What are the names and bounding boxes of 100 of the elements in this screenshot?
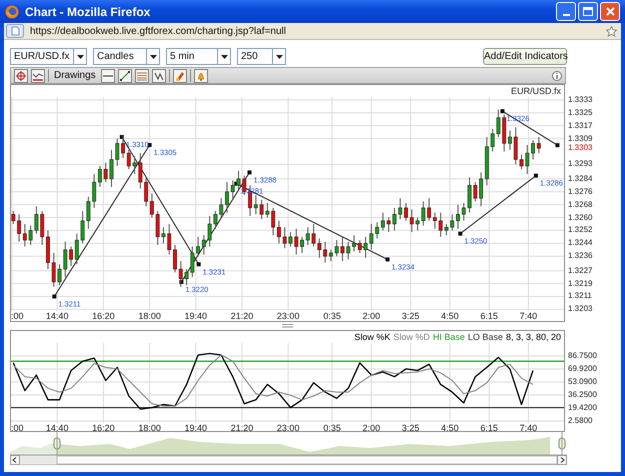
bell-icon[interactable] bbox=[194, 68, 208, 82]
time-axis-label: 21:20 bbox=[230, 311, 254, 321]
time-axis-label: 7:40 bbox=[520, 311, 538, 321]
candle bbox=[236, 170, 240, 191]
price-axis-label: 1.3333 bbox=[568, 94, 592, 105]
current-price-label: 1.3303 bbox=[568, 143, 592, 154]
fibonacci-icon[interactable] bbox=[134, 68, 149, 82]
dropdown[interactable]: 250 bbox=[237, 48, 286, 65]
line-handle[interactable] bbox=[248, 170, 252, 174]
candle bbox=[46, 230, 50, 270]
candle bbox=[282, 226, 287, 249]
firefox-icon bbox=[5, 4, 19, 18]
eraser-icon[interactable] bbox=[172, 68, 187, 82]
url-text[interactable]: https://dealbookweb.live.gftforex.com/charting.jsp?laf=null bbox=[30, 24, 286, 38]
candle bbox=[386, 217, 391, 233]
caret-icon bbox=[276, 54, 282, 58]
candle bbox=[230, 180, 235, 199]
line-handle[interactable] bbox=[386, 257, 390, 262]
candle bbox=[173, 244, 177, 273]
candle bbox=[410, 208, 414, 233]
candle bbox=[294, 228, 298, 256]
crosshair-icon[interactable] bbox=[14, 68, 28, 82]
indicator-axis-label: 53.0900 bbox=[568, 377, 597, 387]
line-handle[interactable] bbox=[179, 280, 184, 284]
minimize-button[interactable] bbox=[556, 2, 576, 21]
candle bbox=[358, 240, 362, 254]
close-button[interactable] bbox=[600, 2, 620, 21]
candle bbox=[536, 136, 541, 154]
candle bbox=[346, 241, 350, 260]
close-icon bbox=[606, 7, 614, 16]
candle bbox=[40, 210, 44, 246]
candle bbox=[525, 144, 530, 175]
pattern-icon[interactable] bbox=[152, 68, 166, 82]
dropdown[interactable]: EUR/USD.fx bbox=[10, 48, 87, 65]
time-axis-label: 6:15 bbox=[480, 311, 498, 321]
candle bbox=[121, 134, 125, 158]
price-axis-label: 1.3252 bbox=[568, 225, 592, 236]
add-edit-indicators-button[interactable]: Add/Edit Indicators bbox=[483, 48, 567, 65]
time-axis-label: 14:40 bbox=[46, 423, 68, 433]
line-handle[interactable] bbox=[52, 294, 56, 298]
time-axis-label: 18:00 bbox=[138, 311, 161, 321]
candle bbox=[115, 138, 120, 166]
caret-icon bbox=[76, 54, 84, 58]
caret-icon bbox=[220, 54, 228, 58]
candle bbox=[126, 149, 131, 170]
candle bbox=[271, 207, 276, 236]
candle bbox=[162, 226, 166, 244]
time-axis-label: 19:40 bbox=[184, 311, 208, 321]
time-axis-label: :00 bbox=[11, 423, 24, 433]
trend-line[interactable] bbox=[460, 175, 536, 234]
candle bbox=[531, 140, 535, 160]
candle bbox=[11, 210, 16, 224]
price-axis-label: 1.3284 bbox=[568, 174, 592, 184]
candle bbox=[421, 200, 426, 226]
candle bbox=[288, 232, 292, 248]
price-axis-label: 1.3244 bbox=[568, 238, 592, 248]
candle bbox=[502, 114, 506, 152]
trend-line-icon[interactable] bbox=[118, 68, 132, 82]
candle bbox=[167, 223, 172, 256]
line-handle[interactable] bbox=[148, 143, 152, 148]
candle bbox=[63, 241, 68, 278]
dropdown[interactable]: 5 min bbox=[166, 48, 231, 65]
price-axis-label: 1.3219 bbox=[568, 278, 592, 289]
price-axis-label: 1.3227 bbox=[568, 266, 592, 276]
price-axis-label: 1.3203 bbox=[568, 304, 592, 314]
candle bbox=[69, 246, 73, 266]
candle bbox=[178, 260, 183, 288]
candle bbox=[156, 210, 160, 246]
time-axis-label: 7:40 bbox=[520, 423, 538, 433]
time-axis-label: 16:20 bbox=[92, 311, 115, 321]
time-axis-label: 14:40 bbox=[46, 311, 68, 321]
page-icon bbox=[6, 24, 24, 38]
dropdown[interactable]: Candles bbox=[93, 48, 160, 65]
indicator-axis-label: 2.5800 bbox=[568, 416, 592, 426]
line-handle[interactable] bbox=[534, 174, 538, 178]
legend-label: HI Base bbox=[432, 331, 465, 343]
trend-line[interactable] bbox=[121, 136, 200, 265]
time-axis-label: 16:20 bbox=[92, 423, 115, 433]
info-icon[interactable] bbox=[552, 70, 562, 80]
navigator-drawing[interactable] bbox=[10, 432, 567, 465]
candle bbox=[468, 176, 472, 214]
line-handle[interactable] bbox=[500, 109, 504, 114]
line-handle[interactable] bbox=[196, 262, 201, 266]
line-handle[interactable] bbox=[458, 232, 462, 236]
caret-icon bbox=[150, 54, 156, 58]
maximize-button[interactable] bbox=[578, 2, 598, 21]
price-axis-label: 1.3325 bbox=[568, 108, 592, 118]
price-axis-label: 1.3260 bbox=[568, 212, 592, 223]
candle bbox=[450, 214, 454, 231]
time-axis-label: 4:50 bbox=[441, 311, 459, 321]
time-axis-label: 0:35 bbox=[323, 423, 341, 433]
star-icon[interactable] bbox=[606, 26, 617, 36]
resize-grip-icon[interactable] bbox=[282, 324, 293, 328]
indicator-axis-label: 36.2500 bbox=[568, 390, 597, 400]
indicator-axis-label: 86.7500 bbox=[568, 351, 597, 361]
price-axis-label: 1.3276 bbox=[568, 186, 592, 197]
legend-label: Slow %K bbox=[354, 331, 390, 343]
candle bbox=[520, 154, 524, 170]
trend-line[interactable] bbox=[502, 110, 560, 148]
line-handle[interactable] bbox=[120, 134, 124, 139]
